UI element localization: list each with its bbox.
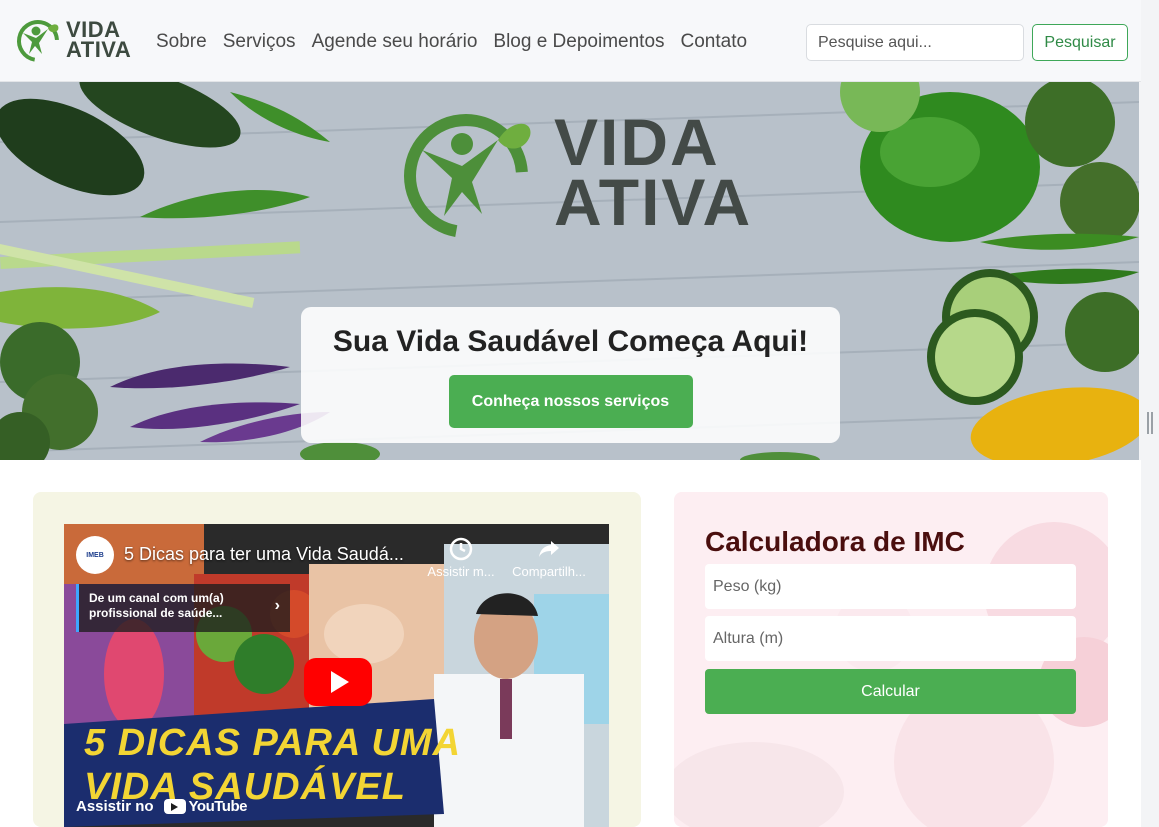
main-nav: Sobre Serviços Agende seu horário Blog e… (156, 31, 747, 53)
nav-link-blog[interactable]: Blog e Depoimentos (493, 31, 664, 53)
hero-card: Sua Vida Saudável Começa Aqui! Conheça n… (301, 307, 840, 443)
nav-link-agende[interactable]: Agende seu horário (312, 31, 478, 53)
youtube-wordmark: YouTube (188, 798, 248, 815)
youtube-play-icon (163, 799, 186, 814)
hero-title: Sua Vida Saudável Começa Aqui! (332, 325, 809, 358)
play-icon (331, 671, 349, 693)
hero-logo-line2: ATIVA (554, 165, 753, 239)
calculate-button[interactable]: Calcular (705, 669, 1076, 714)
vida-ativa-logo-icon (17, 20, 59, 62)
watch-on-label: Assistir no (76, 798, 154, 815)
info-card-text: De um canal com um(a) profissional de sa… (89, 591, 224, 620)
vida-ativa-large-logo-icon (404, 114, 531, 238)
nav-link-contato[interactable]: Contato (681, 31, 748, 53)
watch-later-button[interactable]: Assistir m... (416, 536, 506, 579)
watch-on-youtube-link[interactable]: Assistir no YouTube (76, 798, 247, 815)
chevron-right-icon: › (274, 597, 280, 614)
video-title[interactable]: 5 Dicas para ter uma Vida Saudá... (124, 544, 404, 565)
hero-banner: VIDA ATIVA Sua Vida Saudável Começa Aqui… (0, 82, 1139, 460)
brand-logo[interactable]: VIDA ATIVA (14, 16, 131, 64)
channel-avatar[interactable]: IMEB (76, 536, 114, 574)
brand-line2: ATIVA (66, 37, 132, 62)
banner-line1: 5 DICAS PARA UMA (84, 722, 462, 764)
search-input[interactable] (806, 24, 1024, 61)
search-button[interactable]: Pesquisar (1032, 24, 1128, 61)
share-label: Compartilh... (512, 564, 586, 579)
resize-handle[interactable] (1147, 412, 1153, 434)
share-button[interactable]: Compartilh... (504, 536, 594, 579)
main-content: IMEB 5 Dicas para ter uma Vida Saudá... … (0, 460, 1141, 827)
height-input[interactable] (705, 616, 1076, 661)
youtube-logo: YouTube (163, 798, 248, 815)
watch-later-label: Assistir m... (427, 564, 495, 579)
weight-input[interactable] (705, 564, 1076, 609)
nav-link-servicos[interactable]: Serviços (223, 31, 296, 53)
nav-link-sobre[interactable]: Sobre (156, 31, 207, 53)
play-button[interactable] (304, 658, 372, 706)
hero-logo-line1: VIDA (554, 105, 720, 179)
share-arrow-icon (539, 541, 559, 557)
video-card: IMEB 5 Dicas para ter uma Vida Saudá... … (33, 492, 641, 827)
hero-logo: VIDA ATIVA (400, 102, 752, 242)
imc-title: Calculadora de IMC (705, 526, 965, 557)
brand-text: VIDA ATIVA (66, 19, 132, 62)
youtube-video-embed[interactable]: IMEB 5 Dicas para ter uma Vida Saudá... … (64, 524, 609, 827)
video-info-card[interactable]: De um canal com um(a) profissional de sa… (76, 584, 290, 632)
hero-logo-text: VIDA ATIVA (554, 105, 753, 239)
services-cta-button[interactable]: Conheça nossos serviços (448, 375, 693, 428)
clock-icon (449, 537, 473, 561)
imc-calculator-card: Calculadora de IMC Calcular (674, 492, 1108, 827)
video-banner-text: 5 DICAS PARA UMA VIDA SAUDÁVEL (64, 714, 460, 808)
navbar: VIDA ATIVA Sobre Serviços Agende seu hor… (0, 0, 1141, 82)
page: VIDA ATIVA Sobre Serviços Agende seu hor… (0, 0, 1159, 827)
